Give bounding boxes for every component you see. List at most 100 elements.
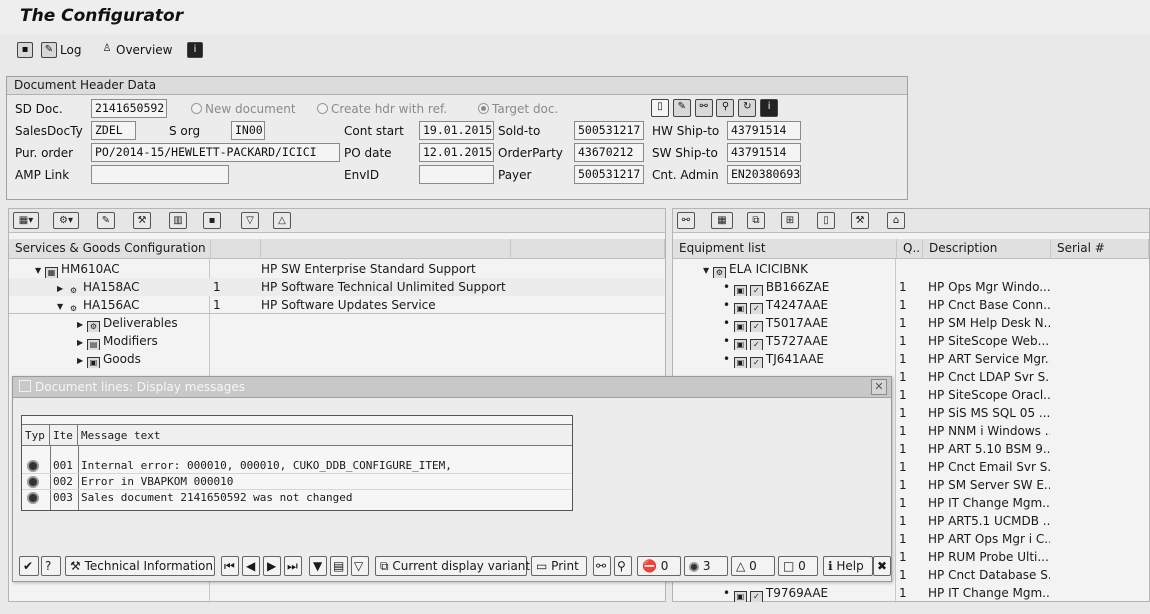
previous-button[interactable]: ◀ bbox=[242, 556, 260, 576]
help-button[interactable]: ℹ Help bbox=[823, 556, 873, 576]
edit-pencil-icon[interactable]: ✎ bbox=[672, 99, 691, 117]
col-serial-number[interactable]: Serial # bbox=[1051, 239, 1149, 259]
equipment-row[interactable]: • ▣ ✓ BB166ZAE 1 HP Ops Mgr Windo... bbox=[673, 278, 1149, 296]
last-page-button[interactable]: ⏭ bbox=[284, 556, 302, 576]
print-button[interactable]: ▭ Print bbox=[531, 556, 587, 576]
filter-settings-button[interactable]: ▽ bbox=[351, 556, 369, 576]
house-icon[interactable]: ⌂ bbox=[887, 212, 905, 229]
delete-icon[interactable]: ▥ bbox=[169, 212, 187, 229]
equipment-name: TJ641AAE bbox=[765, 352, 825, 366]
new-document-icon[interactable]: ▯ bbox=[817, 212, 835, 229]
col-equipment-list[interactable]: Equipment list bbox=[673, 239, 897, 259]
save-icon[interactable]: ▪ bbox=[203, 212, 221, 229]
tree-row[interactable]: ▼ ⚙ HA156AC 1 HP Software Updates Service bbox=[9, 296, 665, 314]
equipment-root-row[interactable]: ▼ ⚙ ELA ICICIBNK bbox=[673, 260, 1149, 278]
sd-doc-field[interactable]: 2141650592 bbox=[91, 99, 167, 118]
add-item-icon[interactable]: ▦▾ bbox=[13, 212, 39, 229]
radio-create-hdr-ref[interactable]: Create hdr with ref. bbox=[317, 102, 447, 116]
tree-row[interactable]: ▶ ▤ Modifiers bbox=[9, 332, 665, 350]
sales-doc-type-field[interactable]: ZDEL bbox=[91, 121, 136, 140]
col-item[interactable]: Ite bbox=[50, 424, 78, 446]
stop-filter-button[interactable]: ⛔ 0 bbox=[637, 556, 681, 576]
sold-to-field[interactable]: 500531217 bbox=[574, 121, 644, 140]
overview-button[interactable]: ♙ Overview bbox=[96, 39, 176, 61]
cont-start-field[interactable]: 19.01.2015 bbox=[419, 121, 494, 140]
message-row[interactable]: 003 Sales document 2141650592 was not cha… bbox=[22, 490, 572, 506]
save-button[interactable]: ▪ bbox=[14, 39, 36, 61]
info-filter-button[interactable]: □ 0 bbox=[778, 556, 818, 576]
message-row[interactable]: 002 Error in VBAPKOM 000010 bbox=[22, 474, 572, 490]
find-binoculars-icon[interactable]: ⚯ bbox=[677, 212, 695, 229]
next-button[interactable]: ▶ bbox=[263, 556, 281, 576]
tree-row[interactable]: ▶ ⚙ HA158AC 1 HP Software Technical Unlimi… bbox=[9, 278, 665, 296]
col-message-text[interactable]: Message text bbox=[78, 424, 572, 446]
expand-all-icon[interactable]: ▽ bbox=[241, 212, 259, 229]
refresh-icon[interactable]: ↻ bbox=[738, 99, 757, 117]
new-document-icon[interactable]: ▯ bbox=[651, 99, 669, 117]
ok-button[interactable]: ✔ bbox=[19, 556, 39, 576]
radio-new-document[interactable]: New document bbox=[191, 102, 296, 116]
order-party-field[interactable]: 43670212 bbox=[574, 143, 644, 162]
find-next-button[interactable]: ⚲ bbox=[614, 556, 632, 576]
col-equipment-qty[interactable]: Q.. bbox=[897, 239, 923, 259]
first-page-button[interactable]: ⏮ bbox=[221, 556, 239, 576]
equipment-row[interactable]: • ▣ ✓ T5727AAE 1 HP SiteScope Web... bbox=[673, 332, 1149, 350]
info-square-icon: □ bbox=[783, 559, 795, 573]
equipment-row[interactable]: • ▣ ✓ T5017AAE 1 HP SM Help Desk N... bbox=[673, 314, 1149, 332]
col-extra[interactable] bbox=[511, 239, 665, 259]
cnt-admin-field[interactable]: EN20380693 bbox=[727, 165, 801, 184]
close-button[interactable]: ✕ bbox=[871, 379, 887, 395]
tree-row[interactable]: ▶ ▣ Goods bbox=[9, 350, 665, 368]
log-button[interactable]: ✎ Log bbox=[38, 39, 84, 61]
print-preview-button[interactable]: ▤ bbox=[330, 556, 348, 576]
collapse-arrow-icon[interactable]: ▼ bbox=[703, 262, 713, 278]
col-services-goods[interactable]: Services & Goods Configuration bbox=[9, 239, 211, 259]
equipment-row[interactable]: • ▣ ✓ T9769AAE 1 HP IT Change Mgm... bbox=[673, 584, 1149, 602]
sw-ship-to-field[interactable]: 43791514 bbox=[727, 143, 801, 162]
sales-org-field[interactable]: IN00 bbox=[231, 121, 265, 140]
tree-row[interactable]: ▼ ▦ HM610AC HP SW Enterprise Standard Supp… bbox=[9, 260, 665, 278]
cancel-button[interactable]: ✖ bbox=[873, 556, 891, 576]
po-date-field[interactable]: 12.01.2015 bbox=[419, 143, 494, 162]
equipment-row[interactable]: • ▣ ✓ TJ641AAE 1 HP ART Service Mgr... bbox=[673, 350, 1149, 368]
collapse-arrow-icon[interactable]: ▼ bbox=[57, 298, 67, 314]
hierarchy-icon[interactable]: ⊞ bbox=[781, 212, 799, 229]
find-button[interactable]: ⚯ bbox=[593, 556, 611, 576]
find-next-icon[interactable]: ⚲ bbox=[716, 99, 735, 117]
col-equipment-description[interactable]: Description bbox=[923, 239, 1051, 259]
expand-arrow-icon[interactable]: ▶ bbox=[77, 352, 87, 368]
col-qty[interactable] bbox=[211, 239, 261, 259]
edit-icon[interactable]: ✎ bbox=[97, 212, 115, 229]
payer-field[interactable]: 500531217 bbox=[574, 165, 644, 184]
tool-icon[interactable]: ⚒ bbox=[133, 212, 151, 229]
config-icon[interactable]: ⚙▾ bbox=[53, 212, 79, 229]
info-icon[interactable]: i bbox=[760, 99, 779, 117]
filter-button[interactable]: ▼ bbox=[309, 556, 327, 576]
col-typ[interactable]: Typ bbox=[22, 424, 50, 446]
error-filter-button[interactable]: 3 bbox=[684, 556, 728, 576]
expand-arrow-icon[interactable]: ▶ bbox=[77, 316, 87, 332]
radio-target-doc[interactable]: Target doc. bbox=[478, 102, 558, 116]
tree-row[interactable]: ▶ ⚙ Deliverables bbox=[9, 314, 665, 332]
env-id-field[interactable] bbox=[419, 165, 494, 184]
collapse-arrow-icon[interactable]: ▼ bbox=[35, 262, 45, 278]
table-icon[interactable]: ▦ bbox=[711, 212, 733, 229]
help-question-button[interactable]: ? bbox=[41, 556, 61, 576]
find-binoculars-icon[interactable]: ⚯ bbox=[694, 99, 713, 117]
warning-filter-button[interactable]: △ 0 bbox=[731, 556, 775, 576]
info-button[interactable]: i bbox=[184, 39, 206, 61]
tool-icon[interactable]: ⚒ bbox=[851, 212, 869, 229]
expand-arrow-icon[interactable]: ▶ bbox=[57, 280, 67, 296]
col-description[interactable] bbox=[261, 239, 511, 259]
amp-link-field[interactable] bbox=[91, 165, 229, 184]
message-row[interactable]: 001 Internal error: 000010, 000010, CUKO_… bbox=[22, 458, 572, 474]
pur-order-field[interactable]: PO/2014-15/HEWLETT-PACKARD/ICICI bbox=[91, 143, 340, 162]
collapse-all-icon[interactable]: △ bbox=[273, 212, 291, 229]
current-display-variant-button[interactable]: ⧉ Current display variant bbox=[375, 556, 530, 576]
technical-information-button[interactable]: ⚒ Technical Information bbox=[65, 556, 215, 576]
expand-arrow-icon[interactable]: ▶ bbox=[77, 334, 87, 350]
hw-ship-to-field[interactable]: 43791514 bbox=[727, 121, 801, 140]
copy-icon[interactable]: ⧉ bbox=[747, 212, 765, 229]
dialog-title-bar[interactable]: Document lines: Display messages bbox=[13, 377, 891, 398]
equipment-row[interactable]: • ▣ ✓ T4247AAE 1 HP Cnct Base Conn... bbox=[673, 296, 1149, 314]
